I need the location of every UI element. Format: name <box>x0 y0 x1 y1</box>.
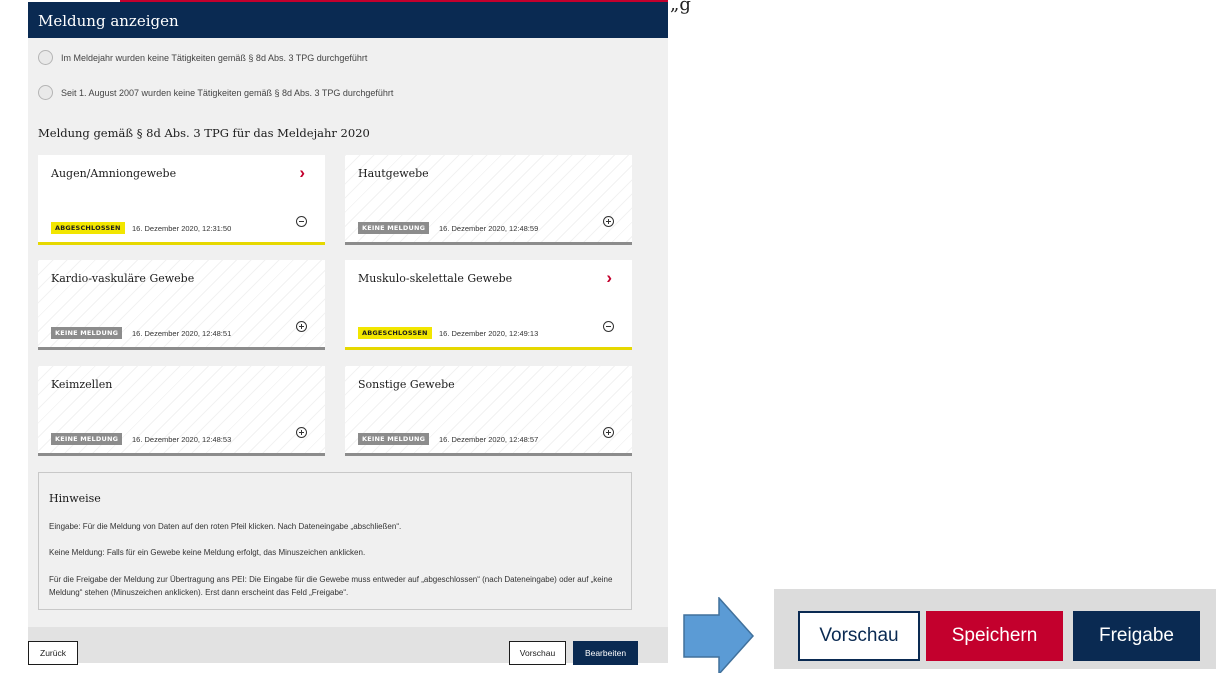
tissue-card-keimzellen: Keimzellen KEINE MELDUNG 16. Dezember 20… <box>38 366 325 456</box>
radio-no-activity-since-2007[interactable]: Seit 1. August 2007 wurden keine Tätigke… <box>38 85 393 100</box>
radio-button[interactable] <box>38 85 53 100</box>
status-badge: ABGESCHLOSSEN <box>358 327 432 339</box>
plus-circle-icon[interactable] <box>296 427 307 438</box>
hint-release: Für die Freigabe der Meldung zur Übertra… <box>49 575 613 597</box>
status-badge: KEINE MELDUNG <box>358 222 430 234</box>
radio-label: Im Meldejahr wurden keine Tätigkeiten ge… <box>61 52 368 63</box>
status-badge: KEINE MELDUNG <box>51 433 123 445</box>
chevron-right-icon[interactable]: › <box>299 163 305 183</box>
tissue-card-sonstige: Sonstige Gewebe KEINE MELDUNG 16. Dezemb… <box>345 366 632 456</box>
release-button[interactable]: Freigabe <box>1073 611 1200 661</box>
preview-button[interactable]: Vorschau <box>509 641 566 665</box>
hint-no-report: Keine Meldung: Falls für ein Gewebe kein… <box>49 548 366 557</box>
radio-no-activity-year[interactable]: Im Meldejahr wurden keine Tätigkeiten ge… <box>38 50 367 65</box>
radio-label: Seit 1. August 2007 wurden keine Tätigke… <box>61 87 394 98</box>
save-button[interactable]: Speichern <box>926 611 1063 661</box>
dialog-footer: Zurück Vorschau Bearbeiten <box>28 627 668 665</box>
minus-circle-icon[interactable] <box>296 216 307 227</box>
tissue-card-muskulo: Muskulo-skelettale Gewebe › ABGESCHLOSSE… <box>345 260 632 350</box>
action-buttons-zoom: Vorschau Speichern Freigabe <box>774 589 1216 669</box>
plus-circle-icon[interactable] <box>603 427 614 438</box>
hints-box: Hinweise Eingabe: Für die Meldung von Da… <box>38 472 632 610</box>
status-badge: KEINE MELDUNG <box>51 327 123 339</box>
card-timestamp: 16. Dezember 2020, 12:48:57 <box>439 435 539 444</box>
report-dialog: Meldung anzeigen Im Meldejahr wurden kei… <box>28 2 668 665</box>
card-title: Kardio-vaskuläre Gewebe <box>51 272 195 285</box>
preview-button-large[interactable]: Vorschau <box>798 611 920 661</box>
card-timestamp: 16. Dezember 2020, 12:48:51 <box>132 329 232 338</box>
status-badge: KEINE MELDUNG <box>358 433 430 445</box>
card-title: Augen/Amniongewebe <box>51 167 177 180</box>
section-title: Meldung gemäß § 8d Abs. 3 TPG für das Me… <box>38 126 370 140</box>
tissue-card-augen: Augen/Amniongewebe › ABGESCHLOSSEN 16. D… <box>38 155 325 245</box>
radio-button[interactable] <box>38 50 53 65</box>
back-button[interactable]: Zurück <box>28 641 78 665</box>
tissue-card-haut: Hautgewebe KEINE MELDUNG 16. Dezember 20… <box>345 155 632 245</box>
edit-button[interactable]: Bearbeiten <box>573 641 638 665</box>
card-timestamp: 16. Dezember 2020, 12:48:59 <box>439 224 539 233</box>
chevron-right-icon[interactable]: › <box>606 268 612 288</box>
cropped-heading-fragment: „g <box>670 0 691 15</box>
card-title: Hautgewebe <box>358 167 429 180</box>
minus-circle-icon[interactable] <box>603 321 614 332</box>
card-title: Muskulo-skelettale Gewebe <box>358 272 513 285</box>
plus-circle-icon[interactable] <box>603 216 614 227</box>
status-badge: ABGESCHLOSSEN <box>51 222 125 234</box>
tissue-card-kardio: Kardio-vaskuläre Gewebe KEINE MELDUNG 16… <box>38 260 325 350</box>
hints-title: Hinweise <box>49 492 101 505</box>
card-title: Sonstige Gewebe <box>358 378 455 391</box>
plus-circle-icon[interactable] <box>296 321 307 332</box>
card-timestamp: 16. Dezember 2020, 12:48:53 <box>132 435 232 444</box>
card-timestamp: 16. Dezember 2020, 12:49:13 <box>439 329 539 338</box>
card-timestamp: 16. Dezember 2020, 12:31:50 <box>132 224 232 233</box>
arrow-right-icon <box>683 597 755 673</box>
card-title: Keimzellen <box>51 378 113 391</box>
hint-input: Eingabe: Für die Meldung von Daten auf d… <box>49 522 402 531</box>
dialog-title: Meldung anzeigen <box>28 2 668 38</box>
